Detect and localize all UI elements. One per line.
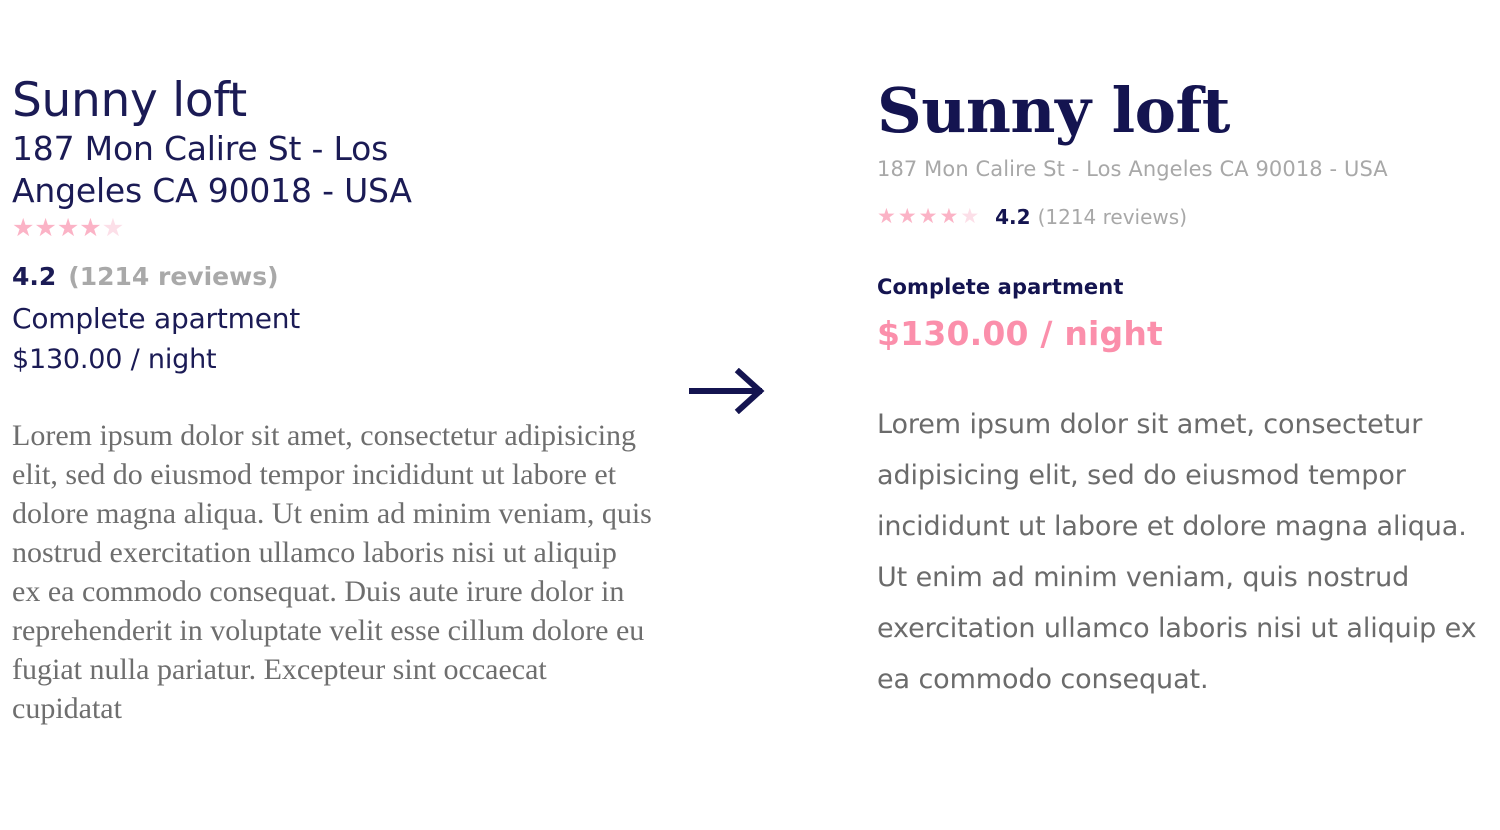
star-icon: ★ <box>101 214 125 242</box>
star-icon: ★ <box>56 214 80 242</box>
after-rating-row: ★★★★★ 4.2 (1214 reviews) <box>877 205 1482 229</box>
after-price: $130.00 / night <box>877 314 1164 353</box>
comparison-stage: Sunny loft 187 Mon Calire St - Los Angel… <box>0 0 1500 830</box>
star-icon: ★ <box>960 205 982 228</box>
before-address: 187 Mon Calire St - Los Angeles CA 90018… <box>12 129 412 210</box>
before-title: Sunny loft <box>12 73 247 128</box>
before-star-rating: ★★★★★ <box>12 214 652 242</box>
after-rating-score: 4.2 <box>995 205 1031 229</box>
after-title: Sunny loft <box>877 74 1230 147</box>
after-apartment-type: Complete apartment <box>877 275 1124 299</box>
star-icon: ★ <box>918 205 940 228</box>
after-description: Lorem ipsum dolor sit amet, consectetur … <box>877 409 1477 695</box>
star-icon: ★ <box>897 205 919 228</box>
star-icon: ★ <box>877 205 898 228</box>
before-price: $130.00 / night <box>12 344 217 375</box>
before-rating-count: (1214 reviews) <box>68 262 279 291</box>
after-address: 187 Mon Calire St - Los Angeles CA 90018… <box>877 157 1388 181</box>
after-rating-count: (1214 reviews) <box>1037 205 1188 229</box>
before-rating-score: 4.2 <box>12 262 57 291</box>
star-icon: ★ <box>79 214 102 242</box>
before-apartment-type: Complete apartment <box>12 302 301 335</box>
transform-arrow <box>686 362 772 420</box>
arrow-right-icon <box>689 368 765 414</box>
star-icon: ★ <box>939 205 961 228</box>
before-description: Lorem ipsum dolor sit amet, consectetur … <box>12 419 652 725</box>
before-rating-row: 4.2 (1214 reviews) <box>12 260 652 294</box>
before-card: Sunny loft 187 Mon Calire St - Los Angel… <box>12 74 652 728</box>
star-icon: ★ <box>34 214 57 242</box>
star-icon: ★ <box>12 214 35 242</box>
after-card: Sunny loft 187 Mon Calire St - Los Angel… <box>877 74 1482 705</box>
after-star-rating: ★★★★★ <box>877 205 981 229</box>
